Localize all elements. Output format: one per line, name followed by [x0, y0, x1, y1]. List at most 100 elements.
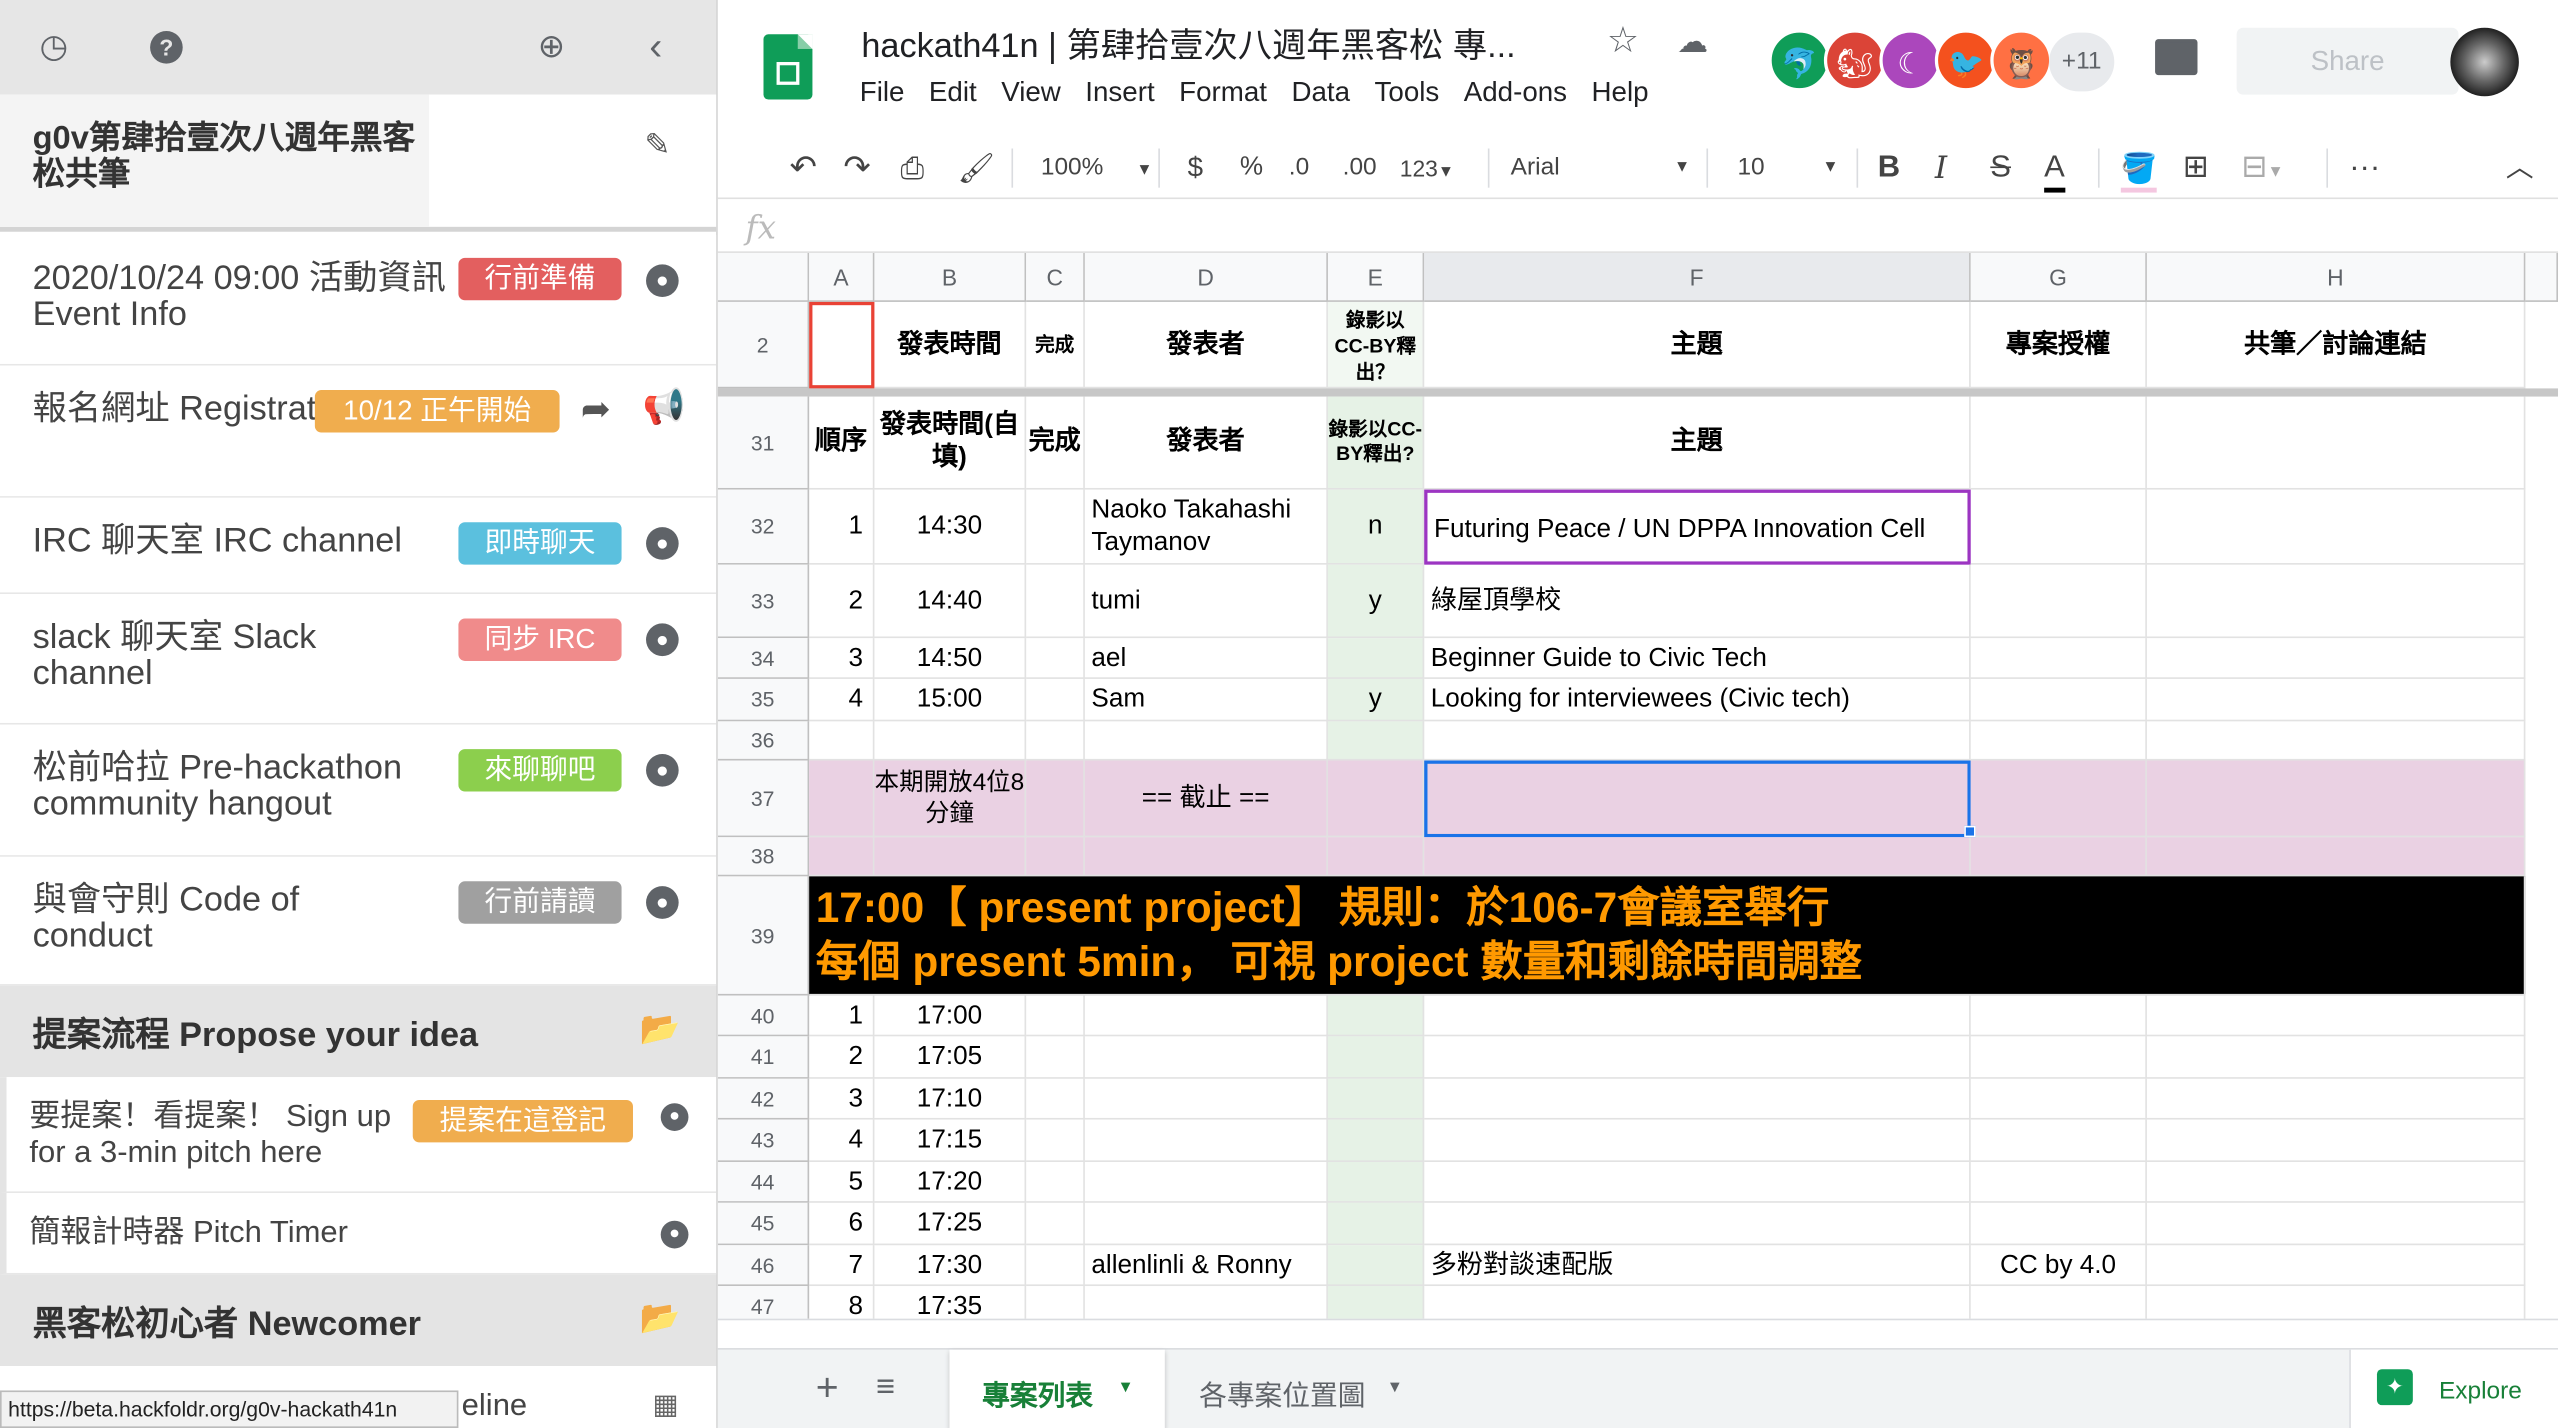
- row-header[interactable]: 33: [717, 564, 810, 639]
- table-cell[interactable]: [1327, 1202, 1425, 1246]
- table-cell[interactable]: [1327, 721, 1425, 761]
- table-cell[interactable]: [1084, 721, 1328, 761]
- row-header[interactable]: 42: [717, 1078, 810, 1120]
- table-cell[interactable]: 1: [809, 995, 875, 1037]
- table-cell[interactable]: y: [1327, 678, 1425, 722]
- table-cell[interactable]: 4: [809, 1119, 875, 1162]
- table-cell[interactable]: 14:40: [874, 564, 1027, 639]
- table-cell[interactable]: [2146, 1245, 2526, 1287]
- table-cell[interactable]: [1970, 995, 2147, 1037]
- row-header[interactable]: 36: [717, 721, 810, 761]
- tab-location-map[interactable]: 各專案位置圖 ▼: [1166, 1350, 1407, 1428]
- row-header[interactable]: 31: [717, 396, 810, 490]
- table-cell[interactable]: [1026, 837, 1085, 877]
- table-cell[interactable]: [1424, 721, 1971, 761]
- history-icon[interactable]: ◷: [34, 28, 73, 67]
- table-cell[interactable]: [1084, 1036, 1328, 1079]
- table-cell[interactable]: [2146, 1119, 2526, 1162]
- table-cell[interactable]: [1026, 1245, 1085, 1287]
- table-cell[interactable]: [1424, 837, 1971, 877]
- table-cell[interactable]: 14:50: [874, 638, 1027, 679]
- more-collaborators-badge[interactable]: +11: [2049, 32, 2115, 92]
- table-cell[interactable]: Futuring Peace / UN DPPA Innovation Cell: [1424, 489, 1971, 565]
- table-cell[interactable]: 17:10: [874, 1078, 1027, 1120]
- menu-file[interactable]: File: [860, 77, 905, 108]
- zoom-in-icon[interactable]: ⊕: [532, 28, 571, 67]
- table-cell[interactable]: [1424, 1036, 1971, 1079]
- table-cell[interactable]: 4: [809, 678, 875, 722]
- table-cell[interactable]: == 截止 ==: [1084, 760, 1328, 838]
- table-cell[interactable]: [2146, 1161, 2526, 1203]
- table-cell[interactable]: [1327, 1161, 1425, 1203]
- table-cell[interactable]: [1327, 1078, 1425, 1120]
- row-header[interactable]: 39: [717, 876, 810, 996]
- redo-icon[interactable]: ↷: [843, 150, 870, 186]
- collaborator-avatar[interactable]: 🐬: [1768, 29, 1831, 92]
- table-cell[interactable]: [1971, 1286, 2147, 1322]
- table-cell[interactable]: [1327, 760, 1425, 838]
- column-header-a[interactable]: A: [809, 252, 875, 302]
- sheets-logo[interactable]: [763, 34, 813, 100]
- row-header[interactable]: 35: [717, 678, 810, 722]
- table-cell[interactable]: 主題: [1424, 396, 1971, 490]
- table-cell[interactable]: [2146, 678, 2526, 722]
- font-family-select[interactable]: Arial ▼: [1511, 150, 1690, 186]
- collaborator-avatar[interactable]: ☾: [1879, 29, 1942, 92]
- table-cell[interactable]: [1084, 995, 1328, 1037]
- table-cell[interactable]: [809, 301, 875, 389]
- banner-cell[interactable]: 17:00【 present project】 規則：於106-7會議室舉行 每…: [809, 876, 2526, 996]
- menu-format[interactable]: Format: [1179, 77, 1267, 108]
- table-cell[interactable]: Sam: [1084, 678, 1328, 722]
- column-header-h[interactable]: H: [2146, 252, 2526, 302]
- comment-icon[interactable]: [2155, 39, 2198, 76]
- column-header-e[interactable]: E: [1327, 252, 1425, 302]
- table-cell[interactable]: [2146, 1078, 2526, 1120]
- collaborator-avatar[interactable]: 🐿: [1823, 29, 1886, 92]
- table-cell[interactable]: 17:35: [874, 1286, 1027, 1322]
- table-cell[interactable]: 發表時間: [874, 301, 1027, 389]
- print-icon[interactable]: ⎙: [901, 150, 925, 186]
- table-cell[interactable]: [1327, 1036, 1425, 1079]
- table-cell[interactable]: [1327, 995, 1425, 1037]
- row-header[interactable]: 47: [717, 1286, 810, 1322]
- table-cell[interactable]: 5: [809, 1161, 875, 1203]
- table-cell[interactable]: [1424, 1119, 1971, 1162]
- table-cell[interactable]: 3: [809, 638, 875, 679]
- table-cell[interactable]: 3: [809, 1078, 875, 1120]
- account-avatar[interactable]: [2450, 27, 2519, 97]
- table-cell[interactable]: [1424, 1078, 1971, 1120]
- table-cell[interactable]: [809, 721, 875, 761]
- help-icon[interactable]: ?: [147, 28, 186, 67]
- table-cell[interactable]: [1084, 1202, 1328, 1246]
- table-cell[interactable]: 17:20: [874, 1161, 1027, 1203]
- all-sheets-icon[interactable]: ≡: [876, 1369, 895, 1407]
- spreadsheet-grid[interactable]: ▼ A B C D E F G H 2 發表時間 完成 發表者 錄影以CC-BY…: [717, 252, 2558, 1322]
- table-cell[interactable]: [874, 837, 1027, 877]
- table-cell[interactable]: 17:25: [874, 1202, 1027, 1246]
- table-cell[interactable]: [1026, 760, 1085, 838]
- table-cell[interactable]: [809, 760, 875, 838]
- table-cell[interactable]: 多粉對談速配版: [1424, 1245, 1971, 1287]
- document-title[interactable]: hackath41n | 第肆拾壹次八週年黑客松 專...: [861, 20, 1515, 69]
- table-cell[interactable]: [1026, 721, 1085, 761]
- table-cell[interactable]: 7: [809, 1245, 875, 1287]
- table-cell[interactable]: [2146, 760, 2526, 838]
- table-cell[interactable]: [1026, 1286, 1085, 1322]
- formula-bar[interactable]: [717, 202, 2558, 253]
- row-header[interactable]: 45: [717, 1202, 810, 1246]
- table-cell[interactable]: Looking for interviewees (Civic tech): [1424, 678, 1971, 722]
- menu-addons[interactable]: Add-ons: [1464, 77, 1567, 108]
- row-header[interactable]: 2: [717, 301, 810, 389]
- table-cell[interactable]: [1970, 678, 2147, 722]
- table-cell[interactable]: 綠屋頂學校: [1424, 564, 1971, 639]
- table-cell[interactable]: [2146, 1036, 2526, 1079]
- table-cell[interactable]: [1424, 1161, 1971, 1203]
- table-cell[interactable]: [1026, 1078, 1085, 1120]
- table-cell[interactable]: tumi: [1084, 564, 1328, 639]
- table-cell[interactable]: y: [1327, 564, 1425, 639]
- table-cell[interactable]: 主題: [1424, 301, 1971, 389]
- table-cell[interactable]: [1970, 1161, 2147, 1203]
- row-header[interactable]: 40: [717, 995, 810, 1037]
- table-cell[interactable]: [1026, 489, 1085, 565]
- sidebar-item-slack[interactable]: slack 聊天室 Slack channel 同步 IRC ●: [0, 594, 717, 725]
